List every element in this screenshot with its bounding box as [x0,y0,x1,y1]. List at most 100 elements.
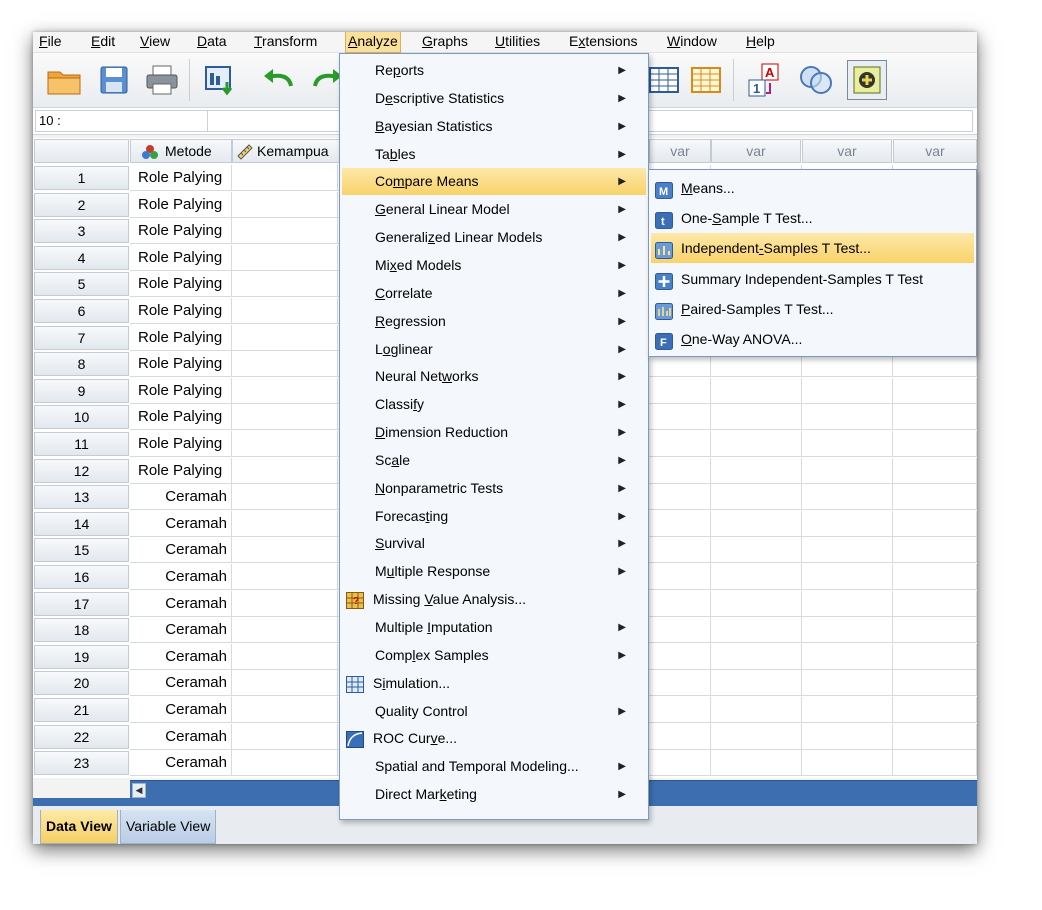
data-cell[interactable] [711,643,802,670]
cell-metode[interactable]: Role Palying [130,244,232,271]
data-cell[interactable] [232,377,338,404]
menu-item-direct-marketing[interactable]: Direct Marketing ▶ [342,781,646,808]
menu-item-correlate[interactable]: Correlate ▶ [342,280,646,307]
menu-item-means[interactable]: M Means... [651,173,974,203]
data-cell[interactable] [711,377,802,404]
print-icon[interactable] [143,61,181,99]
data-cell[interactable] [711,564,802,590]
data-cell[interactable] [802,537,893,564]
data-cell[interactable] [802,404,893,431]
data-cell[interactable] [232,404,338,431]
menu-item-multiple-response[interactable]: Multiple Response ▶ [342,558,646,585]
menu-analyze[interactable]: Analyze [345,32,401,53]
menu-item-spatial-and-temporal-modeling[interactable]: Spatial and Temporal Modeling... ▶ [342,753,646,780]
open-folder-icon[interactable] [45,61,83,99]
data-cell[interactable] [802,643,893,670]
row-header[interactable]: 21 [34,698,129,722]
row-header[interactable]: 2 [34,192,129,217]
data-cell[interactable] [711,590,802,617]
menu-item-summary-independent-samples-t-test[interactable]: Summary Independent-Samples T Test [651,264,974,294]
cell-metode[interactable]: Role Palying [130,324,232,351]
cell-metode[interactable]: Role Palying [130,218,232,245]
data-cell[interactable] [649,457,711,484]
row-header[interactable]: 6 [34,299,129,323]
recall-dialog-icon[interactable] [201,61,239,99]
add-ons-icon[interactable] [847,60,887,100]
data-cell[interactable] [232,643,338,670]
data-cell[interactable] [232,697,338,723]
data-cell[interactable] [232,191,338,218]
cell-metode[interactable]: Ceramah [130,510,232,537]
data-cell[interactable] [893,377,977,404]
row-header[interactable]: 23 [34,751,129,776]
cell-metode[interactable]: Role Palying [130,271,232,298]
row-header[interactable]: 8 [34,352,129,377]
row-header[interactable]: 11 [34,432,129,456]
data-cell[interactable] [893,484,977,511]
menu-item-independent-samples-t-test[interactable]: Independent-Samples T Test... [651,233,974,264]
cell-metode[interactable]: Ceramah [130,670,232,697]
data-cell[interactable] [232,723,338,750]
data-cell[interactable] [232,298,338,324]
data-cell[interactable] [893,537,977,564]
data-cell[interactable] [802,510,893,537]
menu-help[interactable]: Help [744,32,777,52]
menu-item-reports[interactable]: Reports ▶ [342,57,646,84]
menu-item-nonparametric-tests[interactable]: Nonparametric Tests ▶ [342,475,646,502]
data-cell[interactable] [232,244,338,271]
menu-item-roc-curve[interactable]: ROC Curve... [342,725,646,752]
corner-header[interactable] [34,139,129,163]
cell-metode[interactable]: Ceramah [130,750,232,777]
row-header[interactable]: 9 [34,378,129,403]
cell-metode[interactable]: Role Palying [130,431,232,457]
scroll-left-icon[interactable]: ◀ [132,783,146,798]
data-cell[interactable] [711,723,802,750]
data-cell[interactable] [802,457,893,484]
data-cell[interactable] [893,723,977,750]
data-cell[interactable] [711,431,802,457]
data-cell[interactable] [649,537,711,564]
tab-data-view[interactable]: Data View [40,810,118,844]
data-cell[interactable] [649,484,711,511]
menu-item-classify[interactable]: Classify ▶ [342,391,646,418]
data-cell[interactable] [893,750,977,777]
data-cell[interactable] [649,431,711,457]
data-cell[interactable] [232,484,338,511]
data-cell[interactable] [232,218,338,245]
menu-item-survival[interactable]: Survival ▶ [342,530,646,557]
tab-variable-view[interactable]: Variable View [120,810,217,844]
menu-file[interactable]: File [37,32,64,52]
menu-data[interactable]: Data [195,32,229,52]
data-cell[interactable] [232,271,338,298]
data-cell[interactable] [232,617,338,644]
data-cell[interactable] [711,697,802,723]
row-header[interactable]: 12 [34,458,129,483]
menu-item-general-linear-model[interactable]: General Linear Model ▶ [342,196,646,223]
cell-metode[interactable]: Role Palying [130,377,232,404]
menu-window[interactable]: Window [665,32,719,52]
menu-utilities[interactable]: Utilities [493,32,542,52]
row-header[interactable]: 7 [34,325,129,350]
column-header-var[interactable]: var [893,139,977,163]
cell-metode[interactable]: Role Palying [130,351,232,378]
cell-metode[interactable]: Role Palying [130,191,232,218]
data-cell[interactable] [802,723,893,750]
menu-item-missing-value-analysis[interactable]: ? Missing Value Analysis... [342,586,646,613]
menu-item-simulation[interactable]: Simulation... [342,670,646,697]
split-file-icon[interactable] [687,61,725,99]
data-cell[interactable] [893,564,977,590]
column-header-metode[interactable]: Metode [130,139,232,163]
data-cell[interactable] [232,510,338,537]
data-cell[interactable] [232,431,338,457]
data-cell[interactable] [802,431,893,457]
data-cell[interactable] [711,537,802,564]
cell-metode[interactable]: Ceramah [130,617,232,644]
cell-metode[interactable]: Role Palying [130,298,232,324]
menu-item-descriptive-statistics[interactable]: Descriptive Statistics ▶ [342,85,646,112]
data-cell[interactable] [893,431,977,457]
row-header[interactable]: 17 [34,591,129,616]
data-cell[interactable] [893,510,977,537]
column-header-var[interactable]: var [649,139,711,163]
data-cell[interactable] [711,484,802,511]
data-cell[interactable] [893,457,977,484]
